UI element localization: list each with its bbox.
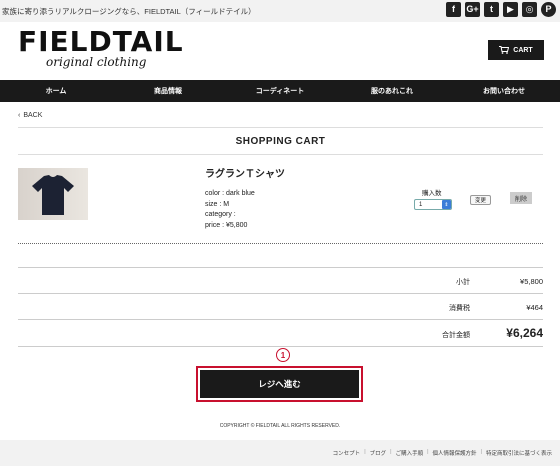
cart-icon [499,46,510,54]
chevron-left-icon: ‹ [18,112,21,119]
product-size: size : M [205,200,230,208]
main-nav: ホーム 商品情報 コーディネート 服のあれこれ お問い合わせ [0,80,560,102]
cart-label: CART [513,46,533,54]
site-tagline: 家族に寄り添うリアルクロージングなら、FIELDTAIL（フィールドテイル） [2,7,256,16]
divider [18,293,543,294]
subtotal-label: 小計 [456,279,470,286]
nav-item-products[interactable]: 商品情報 [112,80,224,102]
tax-value: ¥464 [526,303,543,312]
update-quantity-button[interactable]: 変更 [470,195,491,205]
page-title-bar: SHOPPING CART [18,127,543,155]
footer-link-purchase-guide[interactable]: ご購入手順 [392,449,428,457]
nav-item-contact[interactable]: お問い合わせ [448,80,560,102]
divider [18,267,543,268]
social-links: f G+ t ▶ ◎ P [446,2,556,17]
footer: コンセプト | ブログ | ご購入手順 | 個人情報保護方針 | 特定商取引法に… [0,440,560,466]
footer-link-legal[interactable]: 特定商取引法に基づく表示 [482,449,556,457]
header-cart-button[interactable]: CART [488,40,544,60]
divider [18,346,543,347]
step-marker: 1 [276,348,290,362]
divider [18,243,543,244]
checkout-highlight: レジへ進む [196,366,363,402]
total-value: ¥6,264 [506,326,543,340]
copyright: COPYRIGHT © FIELDTAIL ALL RIGHTS RESERVE… [219,423,341,429]
product-price: price : ¥5,800 [205,221,248,229]
checkout-button[interactable]: レジへ進む [200,370,359,398]
youtube-icon[interactable]: ▶ [503,2,518,17]
pinterest-icon[interactable]: P [541,2,556,17]
delete-item-button[interactable]: 削除 [510,192,532,204]
quantity-value: 1 [419,201,423,208]
nav-item-coordinate[interactable]: コーディネート [224,80,336,102]
footer-link-concept[interactable]: コンセプト [329,449,365,457]
back-label: BACK [23,112,43,119]
site-logo[interactable]: FIELDTAIL original clothing [18,25,184,70]
top-bar: 家族に寄り添うリアルクロージングなら、FIELDTAIL（フィールドテイル） f… [0,0,560,22]
nav-item-clothing-tips[interactable]: 服のあれこれ [336,80,448,102]
divider [18,319,543,320]
subtotal-value: ¥5,800 [520,277,543,286]
logo-wordmark: FIELDTAIL [18,25,184,58]
chevron-updown-icon: ⇕ [442,200,451,209]
page-title: SHOPPING CART [235,135,326,147]
footer-links: コンセプト | ブログ | ご購入手順 | 個人情報保護方針 | 特定商取引法に… [329,449,556,457]
twitter-icon[interactable]: t [484,2,499,17]
tax-label: 消費税 [449,305,470,312]
footer-link-blog[interactable]: ブログ [366,449,391,457]
product-category: category : [205,211,236,218]
product-image[interactable] [18,168,88,220]
product-details: color : dark blue size : M category : pr… [205,189,255,231]
facebook-icon[interactable]: f [446,2,461,17]
product-name[interactable]: ラグランＴシャツ [205,165,285,180]
quantity-select[interactable]: 1 ⇕ [414,199,452,210]
nav-item-home[interactable]: ホーム [0,80,112,102]
quantity-label: 購入数 [422,190,442,197]
tshirt-image [32,175,74,215]
footer-link-privacy[interactable]: 個人情報保護方針 [429,449,481,457]
product-color: color : dark blue [205,190,255,197]
google-plus-icon[interactable]: G+ [465,2,480,17]
back-link[interactable]: ‹ BACK [18,112,42,119]
instagram-icon[interactable]: ◎ [522,2,537,17]
total-label: 合計金額 [442,332,470,339]
